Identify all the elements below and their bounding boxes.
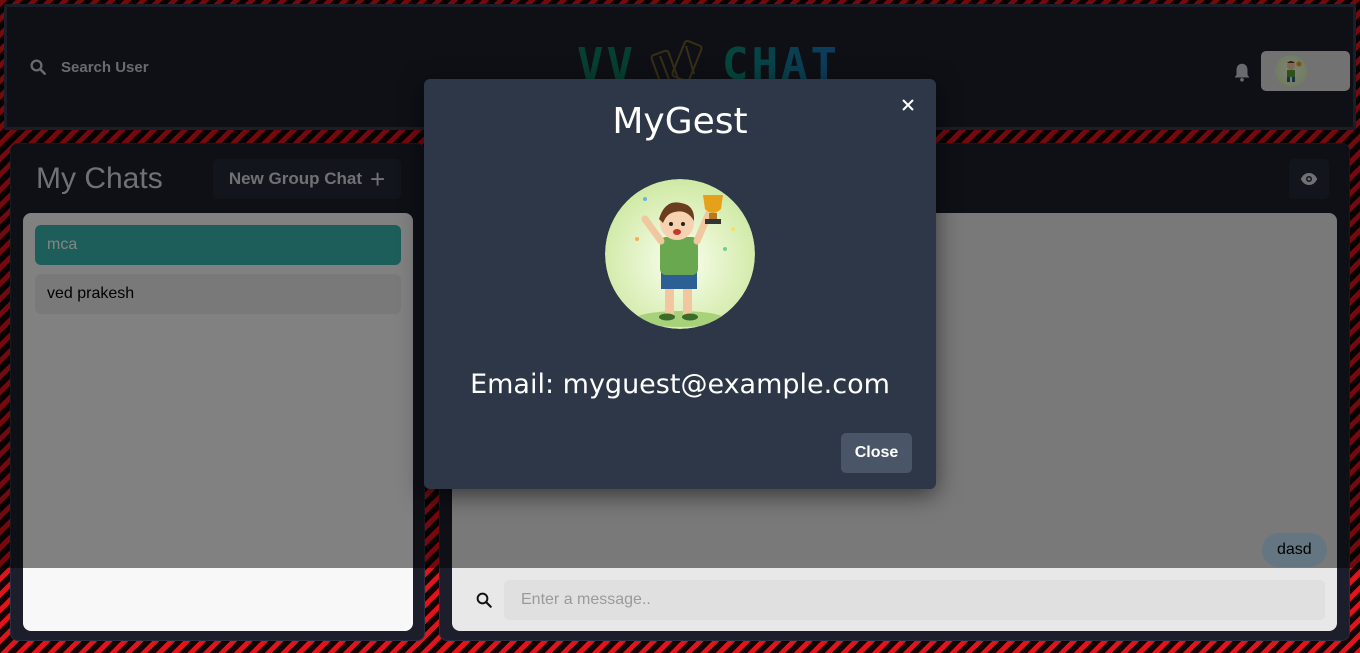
message-input[interactable] (504, 580, 1325, 620)
profile-modal: MyGest Email: myguest@example.com Close (424, 79, 936, 489)
modal-email: Email: myguest@example.com (470, 369, 890, 400)
profile-avatar (605, 179, 755, 329)
search-icon (464, 580, 504, 620)
close-button[interactable]: Close (841, 433, 912, 473)
message-input-group (464, 580, 1325, 620)
modal-title: MyGest (612, 101, 748, 142)
